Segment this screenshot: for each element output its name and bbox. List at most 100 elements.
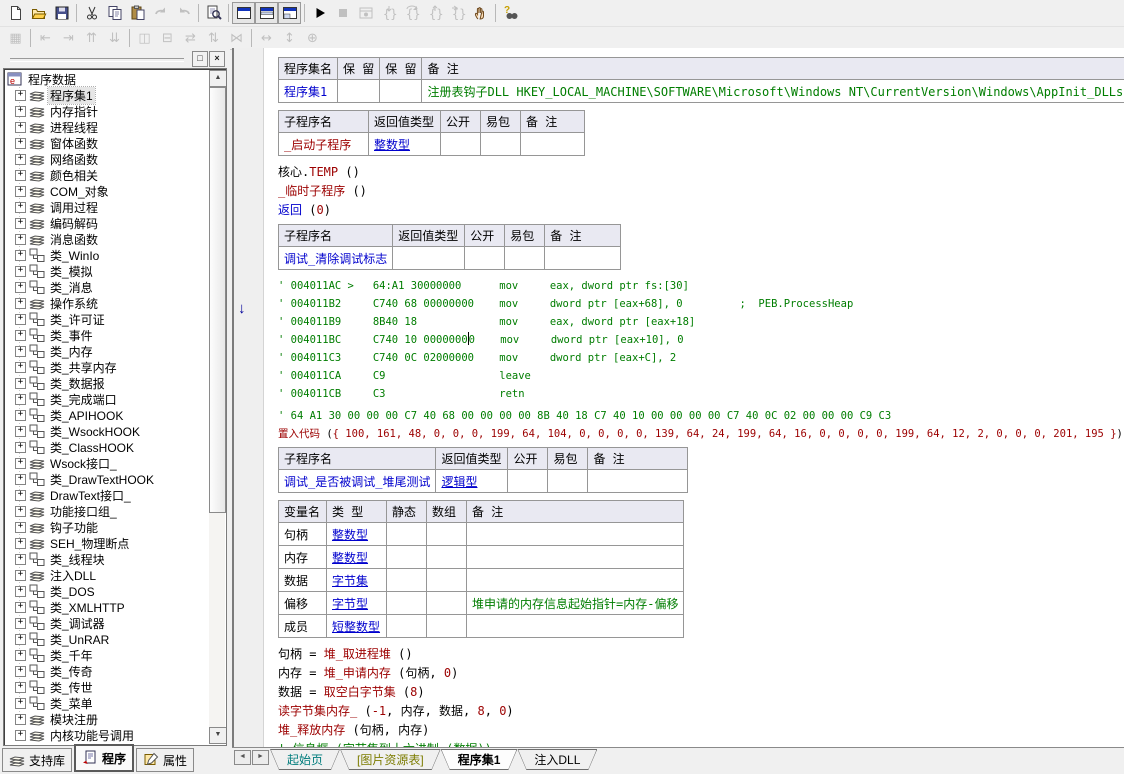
tree-item[interactable]: +类_完成端口 bbox=[5, 391, 209, 407]
expand-icon[interactable]: + bbox=[15, 202, 26, 213]
expand-icon[interactable]: + bbox=[15, 170, 26, 181]
expand-icon[interactable]: + bbox=[15, 490, 26, 501]
tree-item[interactable]: +网络函数 bbox=[5, 151, 209, 167]
tree-item[interactable]: +类_线程块 bbox=[5, 551, 209, 567]
tab-scroll-left-button[interactable]: ◄ bbox=[234, 750, 251, 765]
table-cell[interactable] bbox=[427, 546, 467, 569]
tree-item[interactable]: +程序集1 bbox=[5, 87, 209, 103]
tree-item[interactable]: +类_传奇 bbox=[5, 663, 209, 679]
tree-item[interactable]: +窗体函数 bbox=[5, 135, 209, 151]
expand-icon[interactable]: + bbox=[15, 586, 26, 597]
tree-item[interactable]: +类_共享内存 bbox=[5, 359, 209, 375]
table-cell[interactable] bbox=[393, 247, 465, 270]
tree-item[interactable]: +类_调试器 bbox=[5, 615, 209, 631]
tree-item[interactable]: +类_许可证 bbox=[5, 311, 209, 327]
table-cell[interactable] bbox=[427, 569, 467, 592]
expand-icon[interactable]: + bbox=[15, 330, 26, 341]
tree-item[interactable]: +类_消息 bbox=[5, 279, 209, 295]
doc-tab-[图片资源表][interactable]: [图片资源表] bbox=[340, 749, 441, 770]
table-cell[interactable] bbox=[427, 523, 467, 546]
expand-icon[interactable]: + bbox=[15, 90, 26, 101]
expand-icon[interactable]: + bbox=[15, 666, 26, 677]
expand-icon[interactable]: + bbox=[15, 346, 26, 357]
tree-item[interactable]: +内存指针 bbox=[5, 103, 209, 119]
sidebar-tab-属性[interactable]: 属性 bbox=[136, 748, 194, 772]
expand-icon[interactable]: + bbox=[15, 218, 26, 229]
code-line[interactable]: ' 004011CA C9 leave bbox=[278, 367, 1124, 385]
tree-item[interactable]: +颜色相关 bbox=[5, 167, 209, 183]
expand-icon[interactable]: + bbox=[15, 522, 26, 533]
tree-item[interactable]: +类_事件 bbox=[5, 327, 209, 343]
table-cell[interactable] bbox=[427, 615, 467, 638]
table-cell[interactable] bbox=[387, 615, 427, 638]
window-layout-2-button[interactable] bbox=[255, 2, 278, 24]
tree-item[interactable]: +模块注册 bbox=[5, 711, 209, 727]
copy-button[interactable] bbox=[103, 2, 126, 24]
expand-icon[interactable]: + bbox=[15, 394, 26, 405]
expand-icon[interactable]: + bbox=[15, 378, 26, 389]
expand-icon[interactable]: + bbox=[15, 186, 26, 197]
tree-item[interactable]: +类_模拟 bbox=[5, 263, 209, 279]
table-cell[interactable] bbox=[467, 523, 684, 546]
sidebar-tab-支持库[interactable]: 支持库 bbox=[2, 748, 72, 772]
help-find-button[interactable]: ? bbox=[499, 2, 522, 24]
table-cell[interactable] bbox=[508, 470, 548, 493]
tree-item[interactable]: +进程线程 bbox=[5, 119, 209, 135]
expand-icon[interactable]: + bbox=[15, 154, 26, 165]
table-cell[interactable] bbox=[338, 80, 380, 103]
tab-scroll-right-button[interactable]: ► bbox=[252, 750, 269, 765]
table-cell[interactable] bbox=[441, 133, 481, 156]
tree-item[interactable]: +类_ClassHOOK bbox=[5, 439, 209, 455]
expand-icon[interactable]: + bbox=[15, 362, 26, 373]
tree-scrollbar[interactable]: ▲ ▼ bbox=[209, 70, 225, 744]
table-cell[interactable] bbox=[387, 569, 427, 592]
tree-item[interactable]: +类_XMLHTTP bbox=[5, 599, 209, 615]
tree-item[interactable]: +类_WinIo bbox=[5, 247, 209, 263]
table-cell[interactable] bbox=[548, 470, 588, 493]
pause-hand-button[interactable] bbox=[469, 2, 492, 24]
expand-icon[interactable]: + bbox=[15, 474, 26, 485]
tree-item[interactable]: +类_千年 bbox=[5, 647, 209, 663]
table-cell[interactable]: 整数型 bbox=[369, 133, 441, 156]
doc-tab-起始页[interactable]: 起始页 bbox=[270, 749, 340, 770]
tree-item[interactable]: +SEH_物理断点 bbox=[5, 535, 209, 551]
tree-item[interactable]: +类_数据报 bbox=[5, 375, 209, 391]
sidebar-tab-程序[interactable]: 程序 bbox=[74, 744, 134, 772]
panel-drag-handle[interactable] bbox=[10, 58, 184, 62]
doc-tab-注入DLL[interactable]: 注入DLL bbox=[517, 749, 597, 770]
expand-icon[interactable]: + bbox=[15, 506, 26, 517]
table-cell[interactable] bbox=[588, 470, 688, 493]
expand-icon[interactable]: + bbox=[15, 314, 26, 325]
table-cell[interactable]: 成员 bbox=[279, 615, 327, 638]
code-line[interactable]: 返回 (0) bbox=[278, 201, 1124, 220]
tree-item[interactable]: +钩子功能 bbox=[5, 519, 209, 535]
table-cell[interactable] bbox=[521, 133, 585, 156]
code-line[interactable]: 读字节集内存_ (-1, 内存, 数据, 8, 0) bbox=[278, 702, 1124, 721]
table-cell[interactable] bbox=[467, 615, 684, 638]
paste-button[interactable] bbox=[126, 2, 149, 24]
code-line[interactable]: ' 004011C3 C740 0C 02000000 mov dword pt… bbox=[278, 349, 1124, 367]
expand-icon[interactable]: + bbox=[15, 538, 26, 549]
table-cell[interactable]: 数据 bbox=[279, 569, 327, 592]
table-cell[interactable]: 整数型 bbox=[327, 546, 387, 569]
tree-item[interactable]: +Wsock接口_ bbox=[5, 455, 209, 471]
table-cell[interactable]: 注册表钩子DLL HKEY_LOCAL_MACHINE\SOFTWARE\Mic… bbox=[422, 80, 1124, 103]
tree-item[interactable]: +调用过程 bbox=[5, 199, 209, 215]
table-cell[interactable]: 调试_清除调试标志 bbox=[279, 247, 393, 270]
panel-titlebar[interactable]: □ × bbox=[2, 50, 228, 68]
tree-item[interactable]: +注入DLL bbox=[5, 567, 209, 583]
table-cell[interactable] bbox=[545, 247, 621, 270]
code-line[interactable]: ' 004011BC C740 10 00000000 mov dword pt… bbox=[278, 331, 1124, 349]
table-cell[interactable]: 逻辑型 bbox=[436, 470, 508, 493]
code-line[interactable]: 核心.TEMP () bbox=[278, 163, 1124, 182]
expand-icon[interactable]: + bbox=[15, 458, 26, 469]
scroll-up-button[interactable]: ▲ bbox=[209, 70, 227, 87]
expand-icon[interactable]: + bbox=[15, 138, 26, 149]
table-cell[interactable] bbox=[481, 133, 521, 156]
table-cell[interactable] bbox=[467, 569, 684, 592]
expand-icon[interactable]: + bbox=[15, 282, 26, 293]
code-line[interactable]: 置入代码 ({ 100, 161, 48, 0, 0, 0, 199, 64, … bbox=[278, 425, 1124, 443]
table-cell[interactable]: 堆申请的内存信息起始指针=内存-偏移 bbox=[467, 592, 684, 615]
tree-item[interactable]: +功能接口组_ bbox=[5, 503, 209, 519]
scrollbar-thumb[interactable] bbox=[209, 87, 226, 513]
